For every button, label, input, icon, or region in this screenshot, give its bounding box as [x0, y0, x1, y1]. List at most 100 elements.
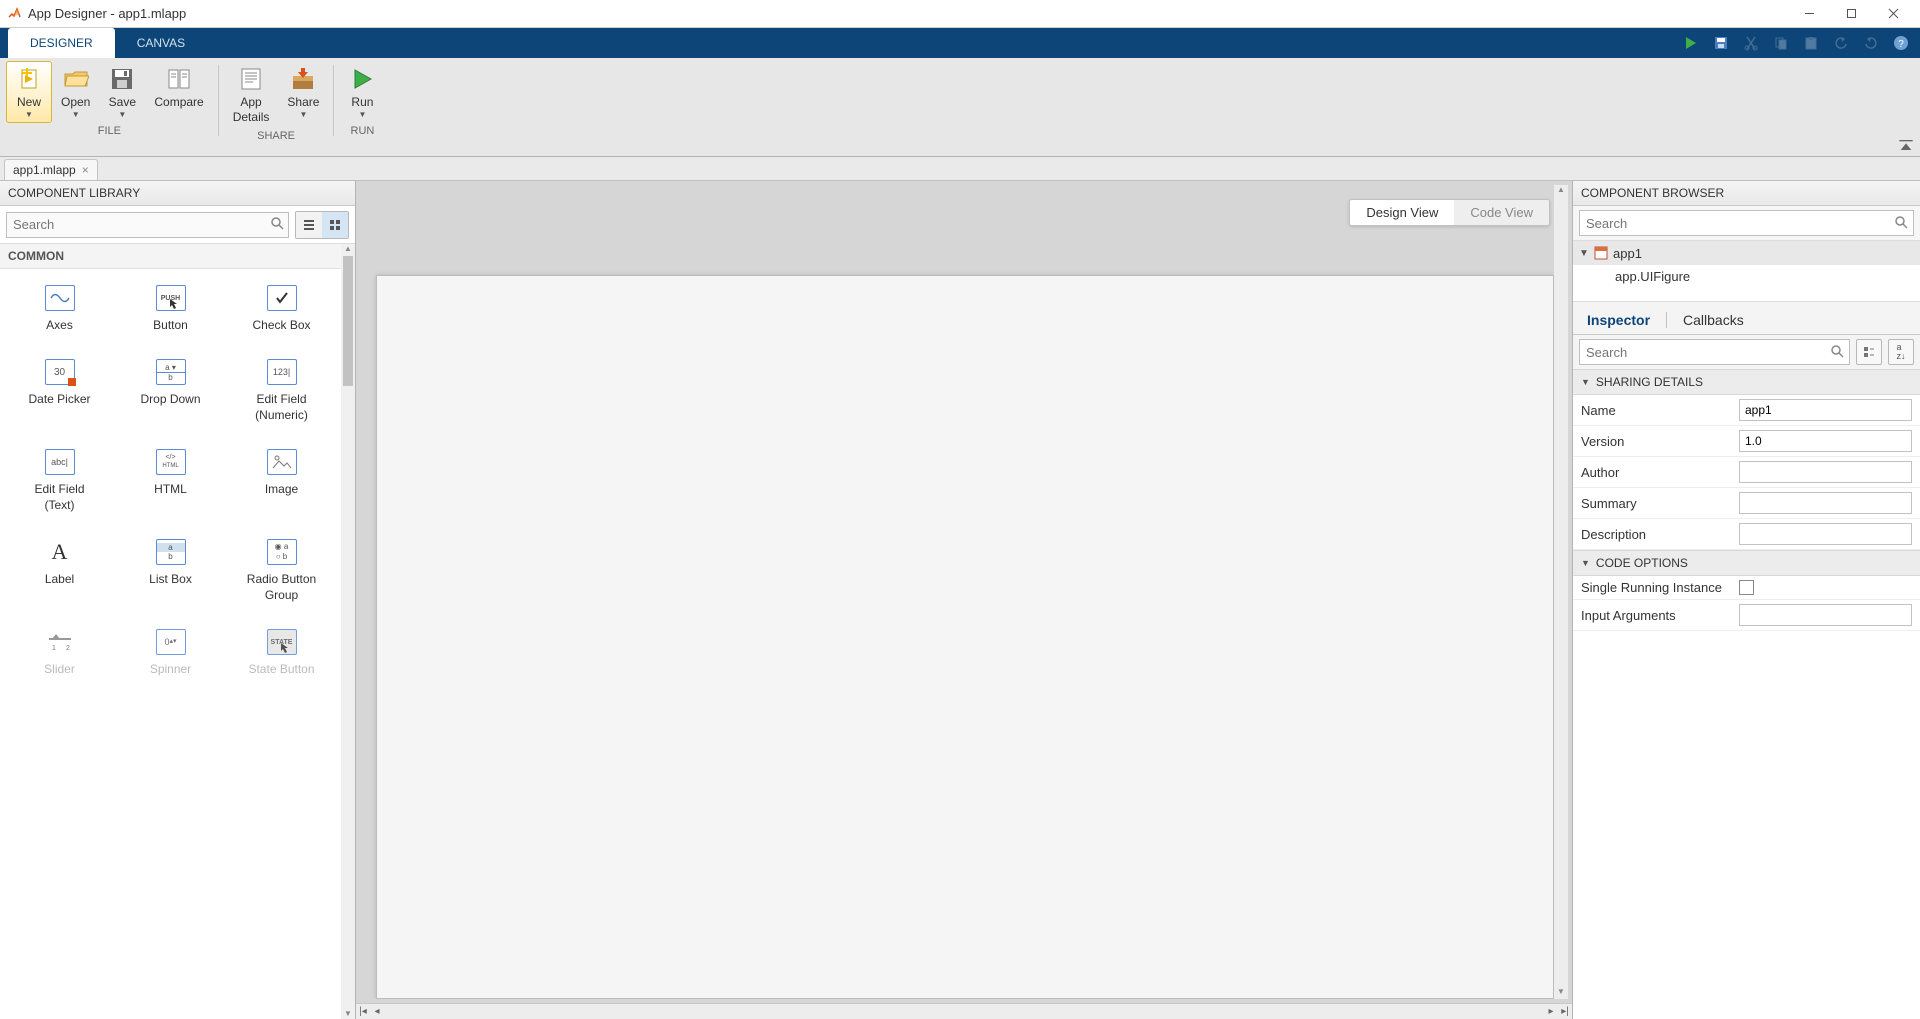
- run-quick-icon[interactable]: [1676, 29, 1706, 57]
- prop-author: Author: [1573, 457, 1920, 488]
- inspector-search: [1579, 339, 1850, 365]
- prop-version-input[interactable]: [1739, 430, 1912, 452]
- open-button[interactable]: Open ▼: [52, 61, 99, 123]
- share-button[interactable]: Share ▼: [278, 61, 328, 128]
- svg-text:1: 1: [52, 645, 56, 652]
- alphabetical-view-button[interactable]: az↓: [1888, 339, 1914, 365]
- scroll-right-icon[interactable]: ▸: [1544, 1005, 1558, 1019]
- maximize-button[interactable]: [1830, 0, 1872, 28]
- app-details-button[interactable]: App Details: [224, 61, 279, 128]
- library-body: COMMON Axes PUSH Button Check Box: [0, 244, 341, 1019]
- document-tab-bar: app1.mlapp ×: [0, 157, 1920, 181]
- component-image[interactable]: Image: [226, 439, 337, 519]
- categorized-view-button[interactable]: [1856, 339, 1882, 365]
- library-scrollbar[interactable]: ▲ ▼: [341, 244, 355, 1019]
- component-button[interactable]: PUSH Button: [115, 275, 226, 339]
- dropdown-arrow-icon: ▼: [72, 110, 80, 120]
- collapse-ribbon-icon[interactable]: [1898, 139, 1914, 153]
- search-icon: [1894, 215, 1908, 234]
- minimize-button[interactable]: [1788, 0, 1830, 28]
- prop-summary-input[interactable]: [1739, 492, 1912, 514]
- prop-single-running-checkbox[interactable]: [1739, 580, 1754, 595]
- component-spinner[interactable]: 0 ▴▾ Spinner: [115, 619, 226, 683]
- component-listbox[interactable]: ab List Box: [115, 529, 226, 609]
- component-editfield-numeric[interactable]: 123| Edit Field(Numeric): [226, 349, 337, 429]
- window-title: App Designer - app1.mlapp: [28, 6, 186, 21]
- dropdown-arrow-icon: ▼: [358, 110, 366, 120]
- browser-search: [1573, 206, 1920, 240]
- copy-quick-icon[interactable]: [1766, 29, 1796, 57]
- component-radiobutton-group[interactable]: ◉ a○ b Radio ButtonGroup: [226, 529, 337, 609]
- button-icon: PUSH: [156, 285, 186, 311]
- browser-search-input[interactable]: [1579, 210, 1914, 236]
- inspector-tab[interactable]: Inspector: [1579, 306, 1658, 334]
- cut-quick-icon[interactable]: [1736, 29, 1766, 57]
- component-statebutton[interactable]: STATE State Button: [226, 619, 337, 683]
- component-html[interactable]: </>HTML HTML: [115, 439, 226, 519]
- tree-twisty-icon[interactable]: ▼: [1579, 248, 1589, 259]
- prop-name-input[interactable]: [1739, 399, 1912, 421]
- scroll-first-icon[interactable]: |◂: [356, 1005, 370, 1019]
- prop-description-input[interactable]: [1739, 523, 1912, 545]
- new-button[interactable]: New ▼: [6, 61, 52, 123]
- component-axes[interactable]: Axes: [4, 275, 115, 339]
- component-library-title: COMPONENT LIBRARY: [0, 181, 355, 206]
- list-view-button[interactable]: [296, 212, 322, 238]
- tab-designer[interactable]: DESIGNER: [8, 28, 115, 58]
- radiobutton-group-icon: ◉ a○ b: [267, 539, 297, 565]
- save-quick-icon[interactable]: [1706, 29, 1736, 57]
- design-view-tab[interactable]: Design View: [1350, 200, 1454, 225]
- canvas-vscrollbar[interactable]: ▲ ▼: [1554, 185, 1568, 999]
- toolstrip-group-share: App Details Share ▼ SHARE: [222, 61, 331, 156]
- scroll-last-icon[interactable]: ▸|: [1558, 1005, 1572, 1019]
- listbox-icon: ab: [156, 539, 186, 565]
- code-view-tab[interactable]: Code View: [1454, 200, 1549, 225]
- save-button[interactable]: Save ▼: [99, 61, 145, 123]
- component-slider[interactable]: 12 Slider: [4, 619, 115, 683]
- close-tab-icon[interactable]: ×: [82, 163, 89, 177]
- canvas-area[interactable]: Design View Code View: [360, 185, 1554, 999]
- label-icon: A: [45, 539, 75, 565]
- group-label-run: RUN: [351, 123, 375, 139]
- dropdown-icon: a ▾b: [156, 359, 186, 385]
- close-button[interactable]: [1872, 0, 1914, 28]
- inspector-search-input[interactable]: [1579, 339, 1850, 365]
- prop-input-arguments-input[interactable]: [1739, 604, 1912, 626]
- tree-item-uifigure[interactable]: app.UIFigure: [1573, 265, 1920, 288]
- group-label-share: SHARE: [257, 128, 295, 144]
- callbacks-tab[interactable]: Callbacks: [1675, 306, 1752, 334]
- scroll-left-icon[interactable]: ◂: [370, 1005, 384, 1019]
- search-icon: [270, 216, 284, 235]
- prop-description: Description: [1573, 519, 1920, 550]
- undo-quick-icon[interactable]: [1826, 29, 1856, 57]
- grid-view-button[interactable]: [322, 212, 348, 238]
- component-checkbox[interactable]: Check Box: [226, 275, 337, 339]
- svg-text:?: ?: [1898, 39, 1904, 50]
- tree-root[interactable]: ▼ app1: [1573, 241, 1920, 265]
- component-datepicker[interactable]: 30 Date Picker: [4, 349, 115, 429]
- redo-quick-icon[interactable]: [1856, 29, 1886, 57]
- component-editfield-text[interactable]: abc| Edit Field(Text): [4, 439, 115, 519]
- app-details-icon: [237, 65, 265, 93]
- run-button[interactable]: Run ▼: [339, 61, 385, 123]
- compare-button[interactable]: Compare: [145, 61, 212, 123]
- paste-quick-icon[interactable]: [1796, 29, 1826, 57]
- editfield-text-icon: abc|: [45, 449, 75, 475]
- help-quick-icon[interactable]: ?: [1886, 29, 1916, 57]
- component-dropdown[interactable]: a ▾b Drop Down: [115, 349, 226, 429]
- library-view-toggle: [295, 211, 349, 239]
- category-sharing-details[interactable]: ▼SHARING DETAILS: [1573, 369, 1920, 395]
- library-toolbar: [0, 206, 355, 244]
- uifigure-canvas[interactable]: [376, 275, 1554, 999]
- category-code-options[interactable]: ▼CODE OPTIONS: [1573, 550, 1920, 576]
- canvas-hscrollbar[interactable]: |◂ ◂ ▸ ▸|: [356, 1003, 1572, 1019]
- tab-canvas[interactable]: CANVAS: [115, 28, 207, 58]
- library-search-input[interactable]: [6, 212, 289, 238]
- scrollbar-thumb[interactable]: [343, 256, 353, 386]
- component-label[interactable]: A Label: [4, 529, 115, 609]
- prop-author-input[interactable]: [1739, 461, 1912, 483]
- prop-version: Version: [1573, 426, 1920, 457]
- document-tab[interactable]: app1.mlapp ×: [4, 159, 98, 180]
- run-icon: [348, 65, 376, 93]
- library-category-common: COMMON: [0, 244, 341, 269]
